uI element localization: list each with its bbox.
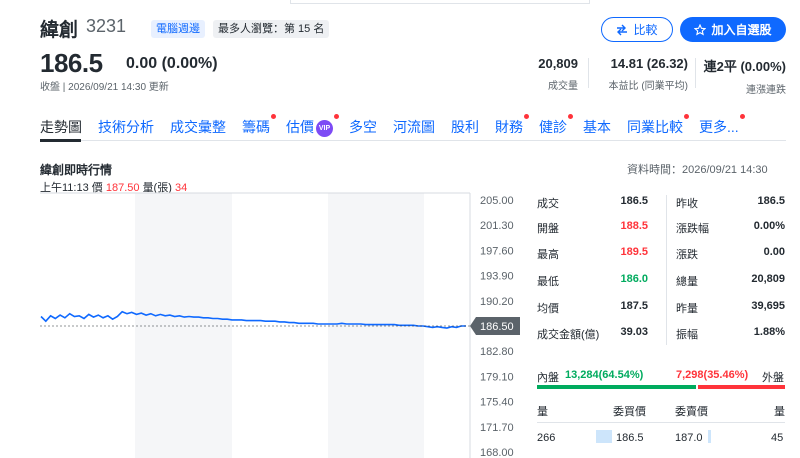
orderbook-divider [537,422,785,423]
quote-right-label: 漲跌幅 [676,223,709,235]
quote-right-label: 漲跌 [676,249,698,261]
y-tick-label: 190.20 [480,296,514,308]
quote-left-value: 186.5 [620,195,648,207]
ask-volume-bar [708,430,711,443]
quote-left-label: 均價 [537,303,559,315]
quote-right-value: 1.88% [753,326,785,338]
quote-left-value: 188.5 [620,220,648,232]
quote-right-label: 昨收 [676,198,698,210]
quote-left-value: 186.0 [620,273,648,285]
inner-value: 13,284(64.54%) [565,369,644,381]
quote-left-label: 成交 [537,198,559,210]
ob-header-bid-vol: 量 [537,406,548,418]
bid-price: 186.5 [616,432,644,444]
quote-right-label: 振幅 [676,329,698,341]
quote-left-value: 189.5 [620,246,648,258]
quote-right-label: 總量 [676,276,698,288]
ob-header-bid: 委買價 [613,406,646,418]
y-tick-label: 193.90 [480,271,514,283]
outer-label: 外盤 [762,372,784,384]
quote-right-value: 0.00% [753,220,785,232]
y-tick-label: 168.00 [480,447,514,458]
quote-left-value: 39.03 [620,326,648,338]
y-tick-label: 205.00 [480,195,514,207]
quote-right-value: 186.5 [757,195,785,207]
ask-price: 187.0 [675,432,703,444]
y-tick-label: 197.60 [480,245,514,257]
quote-left-label: 最低 [537,276,559,288]
bid-volume: 266 [537,432,556,444]
quote-right-value: 39,695 [751,300,785,312]
quote-right-value: 20,809 [751,273,785,285]
current-price-tag: 186.50 [470,317,520,335]
y-tick-label: 201.30 [480,220,514,232]
quote-left-label: 最高 [537,249,559,261]
quote-left-label: 成交金額(億) [537,329,600,341]
quote-column-divider [666,195,667,345]
quote-left-label: 開盤 [537,223,559,235]
y-tick-label: 179.10 [480,371,514,383]
current-price-tag-text: 186.50 [480,321,514,333]
quote-left-value: 187.5 [620,300,648,312]
ob-header-ask: 委賣價 [675,406,708,418]
outer-value: 7,298(35.46%) [676,369,749,381]
quote-right-label: 昨量 [676,303,698,315]
inner-label: 內盤 [537,372,559,384]
ob-header-ask-vol: 量 [774,406,785,418]
ask-volume: 45 [771,432,784,444]
inout-ratio-bar [537,385,785,389]
outer-ratio-bar [697,385,785,389]
inner-ratio-bar [537,385,696,389]
y-tick-label: 175.40 [480,397,514,409]
bid-volume-bar [596,430,612,443]
y-tick-label: 171.70 [480,422,514,434]
time-band [135,193,232,458]
quote-right-value: 0.00 [763,246,785,258]
y-tick-label: 182.80 [480,346,514,358]
